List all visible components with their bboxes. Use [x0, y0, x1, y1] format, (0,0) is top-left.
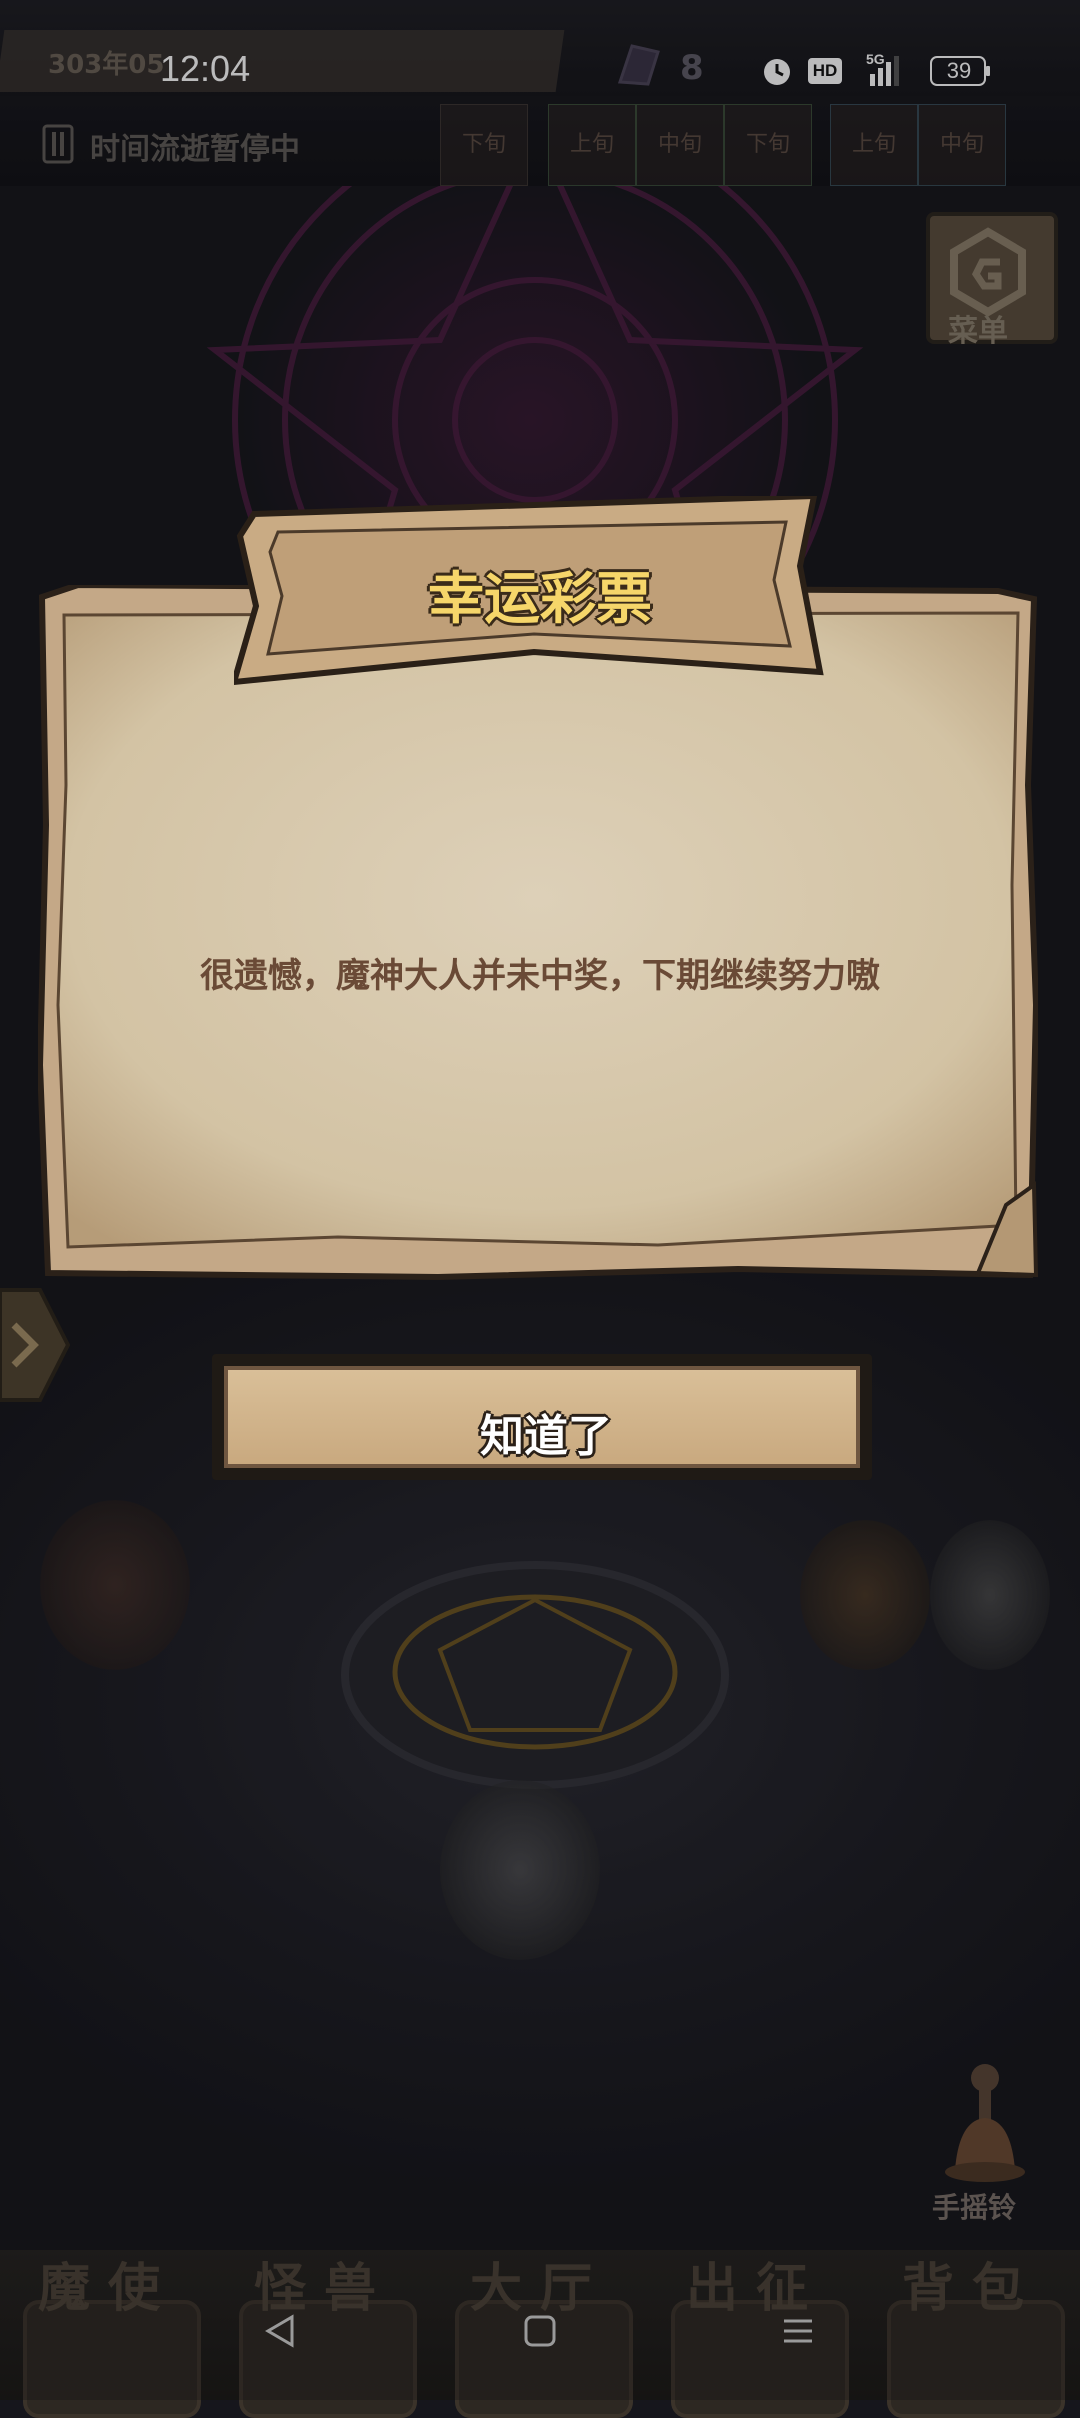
recents-icon[interactable] [780, 2313, 816, 2349]
home-icon[interactable] [522, 2313, 558, 2349]
confirm-button-face[interactable]: 知道了 [224, 1366, 860, 1468]
expand-arrow-icon[interactable] [0, 1280, 70, 1410]
confirm-button-label: 知道了 [480, 1411, 612, 1462]
dialog-message: 很遗憾，魔神大人并未中奖，下期继续努力嗷 [200, 956, 880, 996]
back-icon[interactable] [262, 2313, 298, 2349]
confirm-button[interactable]: 知道了 [212, 1354, 872, 1480]
dialog-parchment [38, 585, 1038, 1281]
dialog-title: 幸运彩票 [428, 567, 652, 632]
